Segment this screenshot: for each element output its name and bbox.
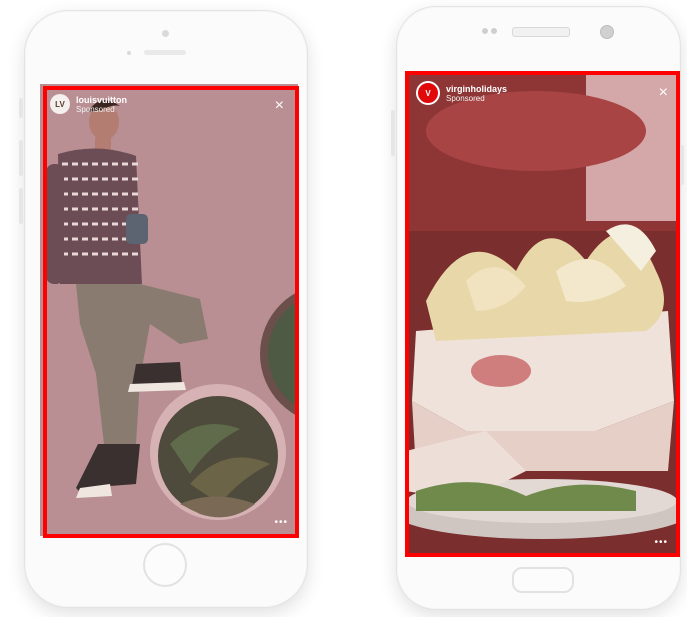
sensor-dot: [482, 28, 488, 34]
front-camera-icon: [600, 25, 614, 39]
louisvuitton-logo-avatar[interactable]: LV: [50, 94, 70, 114]
more-options-icon[interactable]: •••: [654, 537, 668, 548]
account-name[interactable]: virginholidays: [446, 84, 507, 94]
power-button: [680, 145, 684, 185]
story-header: V virginholidays Sponsored: [416, 81, 507, 105]
sensor-dot: [491, 28, 497, 34]
more-options-icon[interactable]: •••: [274, 517, 288, 528]
sponsored-label: Sponsored: [76, 104, 115, 114]
avatar-logo-text: V: [425, 88, 431, 98]
volume-down-button: [19, 188, 23, 224]
louisvuitton-story-image: [40, 84, 298, 536]
close-icon[interactable]: ×: [659, 85, 668, 101]
virginholidays-story-ad[interactable]: V virginholidays Sponsored × •••: [406, 71, 678, 556]
volume-up-button: [19, 140, 23, 176]
account-name[interactable]: louisvuitton: [76, 95, 127, 105]
home-button[interactable]: [143, 543, 187, 587]
front-camera-icon: [162, 30, 169, 37]
story-account-block: louisvuitton Sponsored: [76, 95, 127, 114]
earpiece-speaker: [144, 50, 186, 55]
virgin-logo-avatar[interactable]: V: [416, 81, 440, 105]
louisvuitton-story-ad[interactable]: LV louisvuitton Sponsored × •••: [40, 84, 298, 536]
home-button[interactable]: [512, 567, 574, 593]
close-icon[interactable]: ×: [275, 98, 284, 114]
virginholidays-story-image: [406, 71, 678, 556]
volume-button: [391, 110, 395, 156]
sensor-dot: [127, 51, 131, 55]
earpiece-speaker: [512, 27, 570, 37]
story-account-block: virginholidays Sponsored: [446, 84, 507, 103]
sponsored-label: Sponsored: [446, 93, 485, 103]
mute-switch: [19, 98, 23, 118]
story-header: LV louisvuitton Sponsored: [50, 94, 127, 114]
avatar-logo-text: LV: [55, 99, 65, 109]
